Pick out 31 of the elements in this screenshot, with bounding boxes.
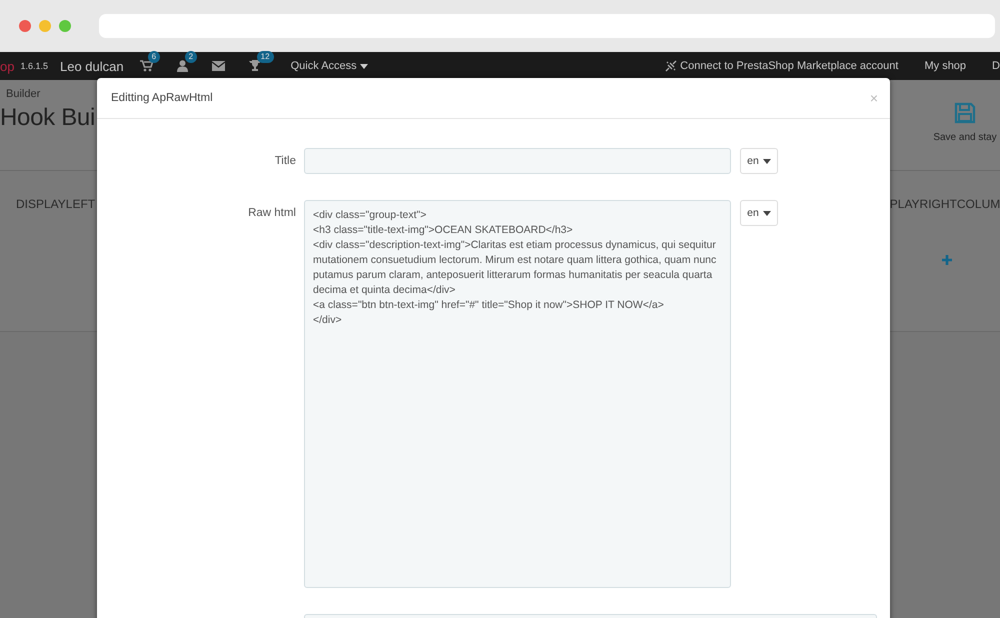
hook-title: DISPLAYLEFT <box>16 197 96 211</box>
notification-badge: 2 <box>184 51 198 63</box>
cart-icon[interactable] <box>140 60 153 72</box>
raw-html-field[interactable]: <div class="group-text"> <h3 class="title-text-img">OCEAN SKATEBOARD</h3> <div class="description-text-img">Claritas est etiam processus dynamicus, qui sequitur mutationem consuetudium lectorum. Mirum est notare quam littera gothica, quam nunc putamus parum claram, anteposuerit litterarum formas humanitatis per seacula quarta decima et quinta decima</div> <a class="btn btn-text-img" href="#" title="Shop it now">SHOP IT NOW</a> </div> <box>304 200 731 588</box>
marketplace-link[interactable]: Connect to PrestaShop Marketplace account <box>680 60 898 72</box>
notification-badge: 6 <box>148 51 160 63</box>
notification-badge: 12 <box>256 51 274 63</box>
language-dropdown[interactable]: en <box>740 148 778 174</box>
language-dropdown[interactable]: en <box>740 200 778 226</box>
caret-icon <box>360 64 368 68</box>
mail-icon[interactable] <box>212 61 225 71</box>
save-icon <box>954 102 976 124</box>
page-title: Hook Bui <box>0 104 95 132</box>
close-window-icon[interactable] <box>19 20 31 32</box>
save-and-stay-button[interactable]: Save and stay <box>930 80 1000 170</box>
nav-link[interactable]: My shop <box>924 60 966 72</box>
shop-name[interactable]: Leo dulcan <box>60 58 124 74</box>
caret-icon <box>762 158 771 164</box>
user-icon[interactable] <box>176 60 188 72</box>
version-text: 1.6.1.5 <box>20 61 48 71</box>
trophy-icon[interactable] <box>248 60 261 72</box>
quick-access-menu[interactable]: Quick Access <box>290 60 368 72</box>
maximize-window-icon[interactable] <box>59 20 71 32</box>
field-label: Raw html <box>247 206 297 221</box>
nav-link[interactable]: D <box>992 60 1000 72</box>
field-label: Title <box>274 154 297 169</box>
caret-icon <box>762 210 771 216</box>
plus-icon[interactable] <box>942 255 952 265</box>
dialog-title: Editting ApRawHtml <box>111 92 213 104</box>
title-input-field[interactable] <box>304 148 731 174</box>
hook-title: PLAYRIGHTCOLUM <box>890 197 1000 211</box>
